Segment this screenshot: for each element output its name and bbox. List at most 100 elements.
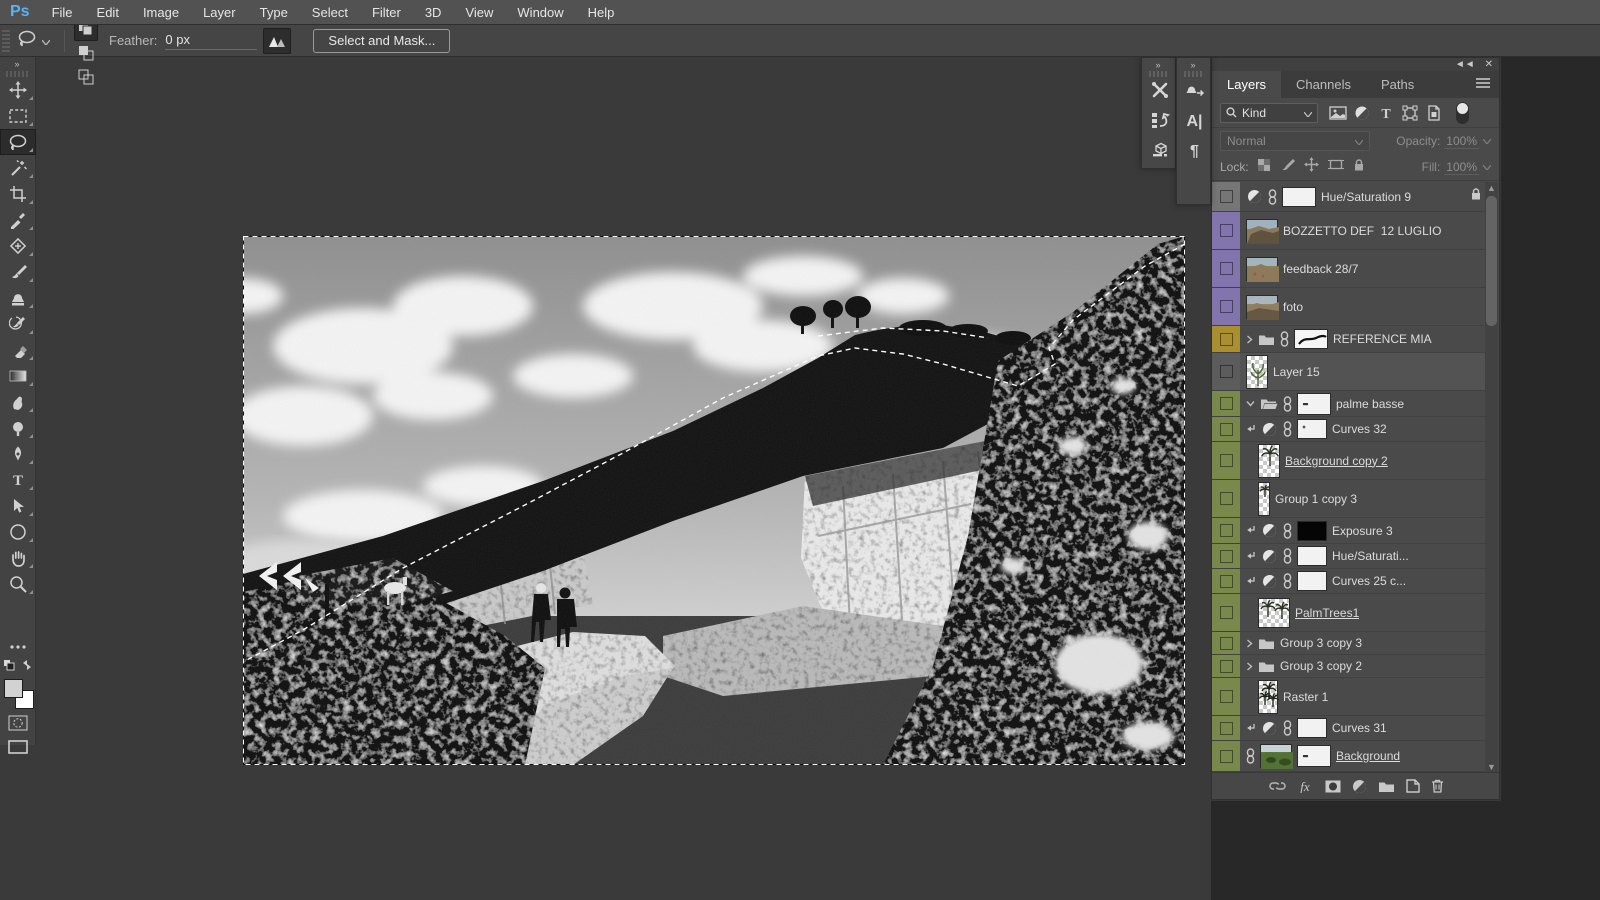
pixel-layer-filter-icon[interactable] [1326, 106, 1350, 120]
character-panel[interactable]: A| [1177, 107, 1212, 137]
layer-thumbnail[interactable] [1260, 744, 1292, 768]
lock-all-icon[interactable] [1353, 158, 1365, 177]
layer-thumbnail[interactable] [1297, 419, 1327, 439]
clone-stamp-tool[interactable] [0, 285, 36, 311]
layer-row[interactable]: Hue/Saturation 9 [1212, 182, 1487, 212]
layer-name[interactable]: Curves 25 c... [1332, 574, 1406, 588]
visibility-toggle[interactable] [1220, 333, 1233, 346]
panel-menu-icon[interactable] [1475, 76, 1491, 94]
expand-panel-arrows[interactable]: » [1177, 58, 1210, 71]
layer-name[interactable]: Curves 32 [1332, 422, 1387, 436]
crop-tool[interactable] [0, 181, 36, 207]
add-layer-mask-icon[interactable] [1325, 780, 1341, 793]
link-layers-icon[interactable] [1269, 781, 1286, 791]
quick-mask-button[interactable] [0, 711, 36, 735]
brush-tool[interactable] [0, 259, 36, 285]
shape-layer-filter-icon[interactable] [1398, 105, 1422, 121]
layer-thumbnail[interactable] [1258, 482, 1270, 516]
move-tool[interactable] [0, 77, 36, 103]
pen-tool[interactable] [0, 441, 36, 467]
subtract-from-selection-button[interactable] [74, 41, 98, 65]
anti-alias-button[interactable] [263, 28, 291, 54]
lock-pixels-icon[interactable] [1280, 157, 1295, 177]
foreground-color-swatch[interactable] [4, 679, 23, 698]
layer-row[interactable]: Curves 25 c... [1212, 569, 1487, 594]
collapse-panel-icon[interactable]: ◄◄ [1455, 60, 1475, 70]
healing-brush-tool[interactable] [0, 233, 36, 259]
layer-name[interactable]: PalmTrees1 [1295, 606, 1359, 620]
smudge-tool[interactable] [0, 389, 36, 415]
tab-paths[interactable]: Paths [1366, 71, 1429, 98]
layer-name[interactable]: foto [1283, 300, 1303, 314]
delete-layer-icon[interactable] [1431, 779, 1444, 793]
3d-panel[interactable] [1142, 137, 1177, 167]
filter-toggle-switch[interactable] [1456, 102, 1469, 124]
layer-row[interactable]: Layer 15 [1212, 353, 1487, 391]
layer-thumbnail[interactable] [1297, 521, 1327, 541]
lasso-tool[interactable] [0, 129, 36, 155]
layer-row[interactable]: BOZZETTO DEF 12 LUGLIO [1212, 212, 1487, 250]
marquee-tool[interactable] [0, 103, 36, 129]
visibility-toggle[interactable] [1220, 300, 1233, 313]
swap-colors-icon[interactable] [21, 658, 33, 676]
layer-row[interactable]: PalmTrees1 [1212, 594, 1487, 632]
tab-channels[interactable]: Channels [1281, 71, 1366, 98]
menu-help[interactable]: Help [576, 5, 627, 20]
screen-mode-button[interactable] [0, 735, 36, 759]
opacity-value[interactable]: 100% [1444, 134, 1479, 149]
color-swatches[interactable] [4, 679, 34, 709]
layer-name[interactable]: Group 1 copy 3 [1275, 492, 1357, 506]
visibility-toggle[interactable] [1220, 423, 1233, 436]
tab-layers[interactable]: Layers [1212, 71, 1281, 98]
layer-thumbnail[interactable] [1297, 745, 1331, 767]
gradient-tool[interactable] [0, 363, 36, 389]
select-and-mask-button[interactable]: Select and Mask... [313, 29, 450, 53]
visibility-toggle[interactable] [1220, 550, 1233, 563]
menu-layer[interactable]: Layer [191, 5, 248, 20]
toolbar-collapse-arrows[interactable]: » [0, 57, 35, 71]
layer-thumbnail[interactable] [1294, 329, 1328, 349]
tool-preset-picker[interactable] [10, 27, 56, 54]
visibility-toggle[interactable] [1220, 190, 1233, 203]
adjustment-layer-filter-icon[interactable] [1350, 105, 1374, 121]
layer-thumbnail[interactable] [1282, 187, 1316, 207]
visibility-toggle[interactable] [1220, 575, 1233, 588]
new-layer-icon[interactable] [1406, 779, 1420, 793]
layer-row[interactable]: Group 3 copy 2 [1212, 655, 1487, 678]
visibility-toggle[interactable] [1220, 690, 1233, 703]
scroll-down-icon[interactable]: ▼ [1485, 762, 1498, 772]
layer-thumbnail[interactable] [1258, 680, 1278, 714]
menu-image[interactable]: Image [131, 5, 191, 20]
smart-object-filter-icon[interactable] [1422, 105, 1446, 121]
layer-name[interactable]: feedback 28/7 [1283, 262, 1358, 276]
layer-row[interactable]: Raster 1 [1212, 678, 1487, 716]
lock-position-icon[interactable] [1304, 157, 1319, 177]
new-group-icon[interactable] [1378, 780, 1395, 793]
menu-type[interactable]: Type [248, 5, 300, 20]
scrollbar-thumb[interactable] [1486, 196, 1497, 326]
menu-edit[interactable]: Edit [85, 5, 131, 20]
layer-thumbnail[interactable] [1258, 598, 1290, 628]
visibility-toggle[interactable] [1220, 660, 1233, 673]
layer-row[interactable]: REFERENCE MIA [1212, 326, 1487, 353]
ellipse-tool[interactable] [0, 519, 36, 545]
chevron-expand-icon[interactable] [1246, 639, 1253, 648]
path-selection-tool[interactable] [0, 493, 36, 519]
close-panel-icon[interactable]: ✕ [1485, 60, 1493, 70]
layer-name[interactable]: Group 3 copy 3 [1280, 636, 1362, 650]
layer-thumbnail[interactable] [1297, 718, 1327, 738]
layer-thumbnail[interactable] [1297, 571, 1327, 591]
layer-name[interactable]: Curves 31 [1332, 721, 1387, 735]
layer-name[interactable]: Hue/Saturation 9 [1321, 190, 1411, 204]
layer-thumbnail[interactable] [1246, 295, 1278, 319]
scroll-up-icon[interactable]: ▲ [1485, 183, 1498, 193]
layer-row[interactable]: Group 1 copy 3 [1212, 480, 1487, 518]
chevron-expand-icon[interactable] [1246, 662, 1253, 671]
layer-row[interactable]: Curves 31 [1212, 716, 1487, 741]
layer-thumbnail[interactable] [1297, 546, 1327, 566]
intersect-selection-button[interactable] [74, 65, 98, 89]
layer-row[interactable]: Background copy 2 [1212, 442, 1487, 480]
tool-presets-panel[interactable] [1142, 77, 1177, 107]
visibility-toggle[interactable] [1220, 492, 1233, 505]
visibility-toggle[interactable] [1220, 397, 1233, 410]
